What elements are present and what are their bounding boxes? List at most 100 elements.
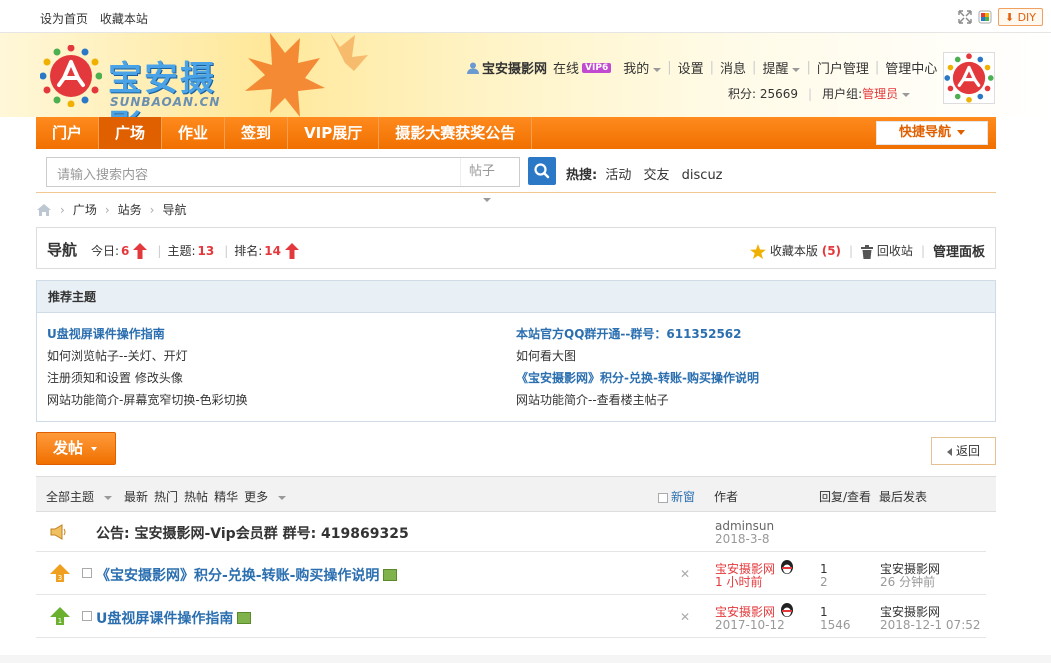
last-post-column-header: 最后发表 — [879, 490, 928, 504]
filter-more[interactable]: 更多 — [244, 488, 292, 505]
nav-item-0[interactable]: 门户 — [36, 117, 100, 149]
avatar[interactable] — [943, 52, 995, 104]
user-group-value[interactable]: 管理员 — [862, 85, 911, 102]
table-row[interactable]: 3 《宝安摄影网》积分-兑换-转账-购买操作说明 ✕ 宝安摄影网 1 小时前 1… — [36, 552, 986, 595]
settings-link[interactable]: 设置 — [678, 58, 704, 77]
username-link[interactable]: 宝安摄影网 — [482, 58, 547, 77]
announcement-row[interactable]: 公告: 宝安摄影网-Vip会员群 群号: 419869325 adminsun … — [36, 512, 986, 552]
thread-author[interactable]: adminsun — [715, 519, 774, 533]
filter-all-label: 全部主题 — [46, 490, 95, 504]
logo-subtitle: SUNBAOAN.CN — [110, 95, 221, 109]
hot-item[interactable]: discuz — [682, 168, 723, 183]
author-column-header: 作者 — [714, 490, 739, 504]
fullscreen-icon[interactable] — [958, 10, 972, 24]
last-post-author[interactable]: 宝安摄影网 — [880, 562, 940, 576]
search-input[interactable]: 请输入搜索内容 — [46, 157, 520, 187]
reply-count: 1 — [820, 562, 828, 576]
recommended-heading: 推荐主题 — [37, 281, 995, 313]
recommended-topic-link[interactable]: 如何浏览帖子--关灯、开灯 — [47, 345, 248, 367]
color-palette-icon[interactable] — [978, 10, 992, 24]
hot-item[interactable]: 活动 — [605, 168, 631, 183]
thread-author[interactable]: 宝安摄影网 — [715, 562, 775, 576]
svg-text:3: 3 — [58, 574, 62, 582]
thread-title: U盘视屏课件操作指南 — [96, 611, 234, 627]
recommended-topic-link[interactable]: U盘视屏课件操作指南 — [47, 323, 248, 345]
recommended-topic-link[interactable]: 《宝安摄影网》积分-兑换-转账-购买操作说明 — [516, 367, 759, 389]
last-post-time[interactable]: 26 分钟前 — [880, 575, 935, 589]
filter-hot-posts[interactable]: 热帖 — [184, 488, 208, 505]
nav-item-1[interactable]: 广场 — [99, 117, 163, 149]
diy-button[interactable]: ⬇ DIY — [997, 8, 1043, 26]
thread-checkbox[interactable] — [82, 568, 92, 578]
new-post-button[interactable]: 发帖 — [36, 432, 116, 465]
recommended-topic-link[interactable]: 网站功能简介-屏幕宽窄切换-色彩切换 — [47, 389, 248, 411]
divider: | — [667, 60, 672, 75]
site-logo[interactable]: 宝安摄影 SUNBAOAN.CN — [40, 43, 250, 148]
new-window-checkbox[interactable] — [658, 492, 668, 503]
nav-item-4[interactable]: VIP展厅 — [288, 117, 380, 149]
breadcrumb-item[interactable]: 导航 — [162, 201, 186, 218]
vip-badge: VIP6 — [582, 62, 612, 73]
hot-item[interactable]: 交友 — [644, 168, 670, 183]
bookmark-link[interactable]: 收藏本站 — [100, 12, 148, 26]
horizontal-scrollbar[interactable] — [0, 655, 1051, 663]
breadcrumb: › 广场 › 站务 › 导航 — [36, 201, 186, 218]
search-button[interactable] — [528, 157, 556, 185]
set-home-link[interactable]: 设为首页 — [40, 12, 88, 26]
favorite-forum-button[interactable]: 收藏本版 (5) — [750, 242, 841, 259]
points-link[interactable]: 积分: 25669 — [728, 85, 798, 102]
recycle-bin-button[interactable]: 回收站 — [861, 242, 913, 259]
filter-latest[interactable]: 最新 — [124, 488, 148, 505]
quick-nav-button[interactable]: 快捷导航 — [876, 121, 988, 145]
divider: | — [752, 60, 757, 75]
avatar-emblem-icon — [944, 53, 994, 103]
thread-author[interactable]: 宝安摄影网 — [715, 605, 775, 619]
forum-title: 导航 — [47, 241, 78, 259]
favorite-count: (5) — [821, 244, 842, 258]
image-attachment-icon — [383, 569, 398, 581]
breadcrumb-separator: › — [149, 202, 155, 217]
breadcrumb-separator: › — [104, 202, 110, 217]
recommended-topic-link[interactable]: 本站官方QQ群开通--群号：611352562 — [516, 323, 759, 345]
divider: | — [224, 243, 229, 258]
manage-panel-link[interactable]: 管理面板 — [933, 241, 985, 260]
breadcrumb-item[interactable]: 广场 — [73, 201, 97, 218]
filter-hot[interactable]: 热门 — [154, 488, 178, 505]
announcement-subject[interactable]: 公告: 宝安摄影网-Vip会员群 群号: 419869325 — [96, 523, 409, 543]
portal-manage-link[interactable]: 门户管理 — [817, 58, 869, 77]
nav-item-3[interactable]: 签到 — [225, 117, 289, 149]
admin-center-link[interactable]: 管理中心 — [885, 58, 937, 77]
filter-all[interactable]: 全部主题 — [46, 488, 118, 505]
divider: | — [157, 243, 162, 258]
thread-subject[interactable]: U盘视屏课件操作指南 — [96, 608, 252, 628]
search-placeholder: 请输入搜索内容 — [57, 168, 149, 183]
star-icon — [750, 244, 767, 259]
search-type-select[interactable]: 帖子 — [460, 158, 520, 202]
remind-menu[interactable]: 提醒 — [762, 58, 801, 77]
back-button[interactable]: 返回 — [931, 437, 996, 465]
last-post-time[interactable]: 2018-12-1 07:52 — [880, 618, 981, 632]
nav-item-5[interactable]: 摄影大赛获奖公告 — [379, 117, 533, 149]
my-menu[interactable]: 我的 — [623, 58, 662, 77]
recommended-topic-link[interactable]: 如何看大图 — [516, 345, 759, 367]
recommended-topic-link[interactable]: 注册须知和设置 修改头像 — [47, 367, 248, 389]
thread-subject[interactable]: 《宝安摄影网》积分-兑换-转账-购买操作说明 — [96, 565, 398, 585]
breadcrumb-item[interactable]: 站务 — [118, 201, 142, 218]
close-icon[interactable]: ✕ — [680, 610, 690, 624]
home-icon[interactable] — [36, 203, 52, 217]
remind-label: 提醒 — [762, 62, 789, 77]
user-group-text: 管理员 — [862, 87, 899, 101]
divider: | — [874, 60, 880, 75]
top-links: 设为首页 收藏本站 — [40, 10, 156, 27]
messages-link[interactable]: 消息 — [720, 58, 746, 77]
new-window-toggle[interactable]: 新窗 — [658, 488, 695, 505]
thread-checkbox[interactable] — [82, 611, 92, 621]
nav-item-2[interactable]: 作业 — [162, 117, 226, 149]
last-post-author[interactable]: 宝安摄影网 — [880, 605, 940, 619]
main-nav: 门户 广场 作业 签到 VIP展厅 摄影大赛获奖公告 快捷导航 — [36, 117, 996, 149]
recommended-topic-link[interactable]: 网站功能简介--查看楼主帖子 — [516, 389, 759, 411]
filter-digest[interactable]: 精华 — [214, 488, 238, 505]
table-row[interactable]: 1 U盘视屏课件操作指南 ✕ 宝安摄影网 2017-10-12 1 1546 宝… — [36, 595, 986, 638]
close-icon[interactable]: ✕ — [680, 567, 690, 581]
view-count: 1546 — [820, 618, 851, 632]
